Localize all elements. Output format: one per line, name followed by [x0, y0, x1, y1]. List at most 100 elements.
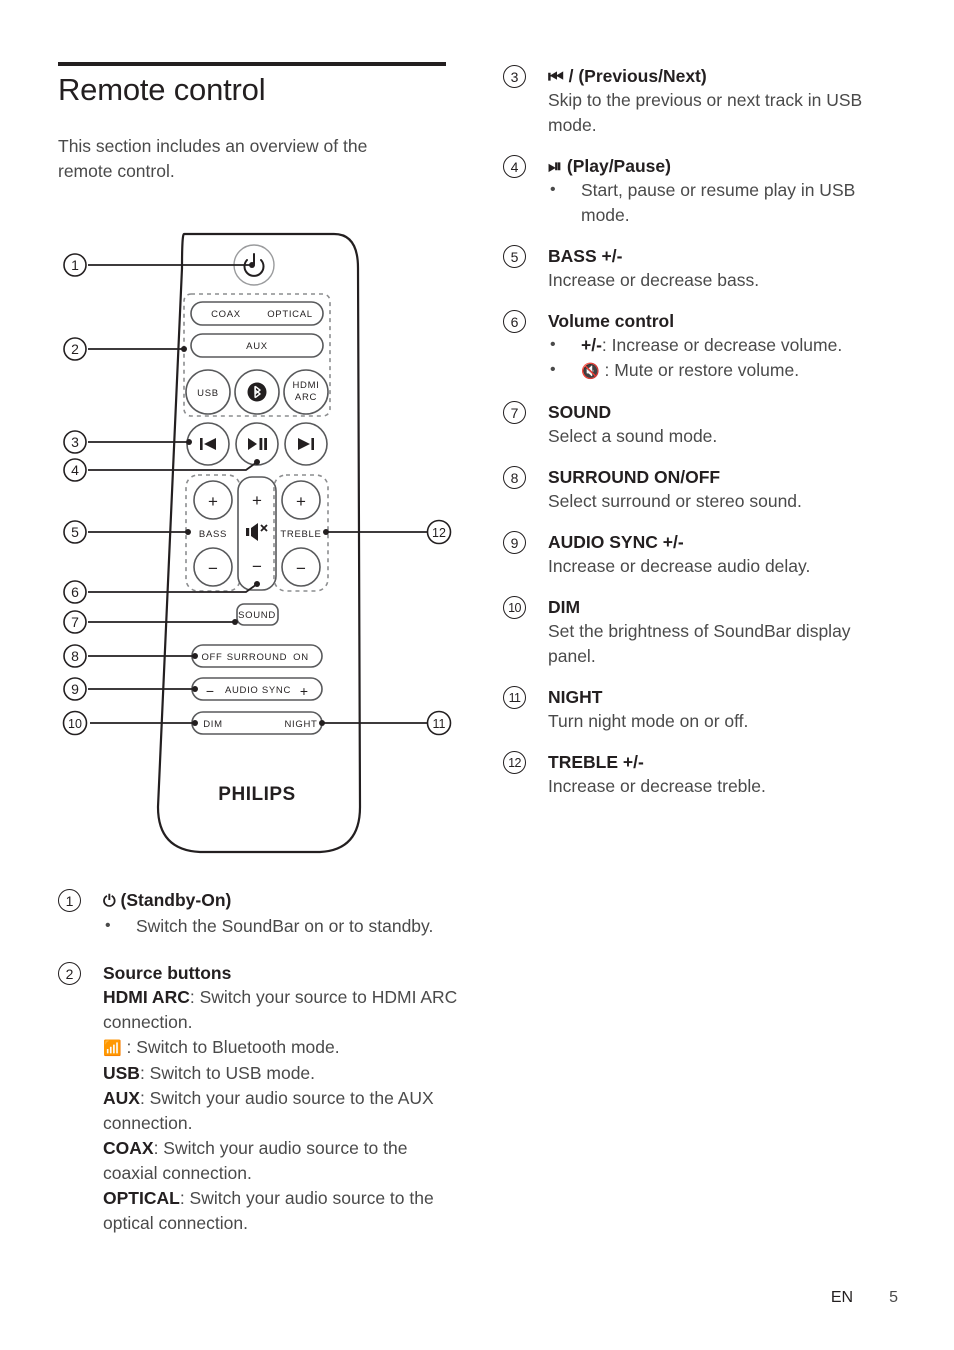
term-coax: COAX	[103, 1138, 154, 1158]
legend-item-4: 4 ⏯ (Play/Pause) Start, pause or resume …	[503, 154, 898, 228]
legend-title-8: SURROUND ON/OFF	[548, 467, 721, 487]
legend-title-7: SOUND	[548, 402, 612, 422]
legend-left-list: 1 ⏻ (Standby-On) Switch the SoundBar on …	[58, 888, 458, 1252]
legend-desc-12: Increase or decrease treble.	[548, 776, 766, 796]
svg-text:+: +	[252, 491, 262, 510]
svg-text:9: 9	[71, 681, 79, 697]
legend-desc-7: Select a sound mode.	[548, 426, 718, 446]
legend-title-6: Volume control	[548, 311, 675, 331]
footer-language: EN	[830, 1289, 854, 1306]
legend-bullet-volume-plusminus: +/-: Increase or decrease volume.	[548, 332, 898, 358]
legend-title-4: ⏯ (Play/Pause)	[548, 156, 671, 176]
svg-text:12: 12	[432, 526, 446, 540]
svg-text:5: 5	[71, 524, 79, 540]
svg-text:DIM: DIM	[203, 719, 223, 730]
svg-text:ARC: ARC	[295, 392, 317, 403]
legend-item-2: 2 Source buttons HDMI ARC: Switch your s…	[58, 961, 458, 1236]
svg-text:−: −	[252, 557, 262, 576]
legend-bullet-4: Start, pause or resume play in USB mode.	[548, 177, 898, 228]
svg-text:1: 1	[71, 257, 79, 273]
legend-line-optical: OPTICAL: Switch your audio source to the…	[103, 1188, 434, 1233]
svg-text:NIGHT: NIGHT	[284, 719, 317, 730]
svg-text:PHILIPS: PHILIPS	[218, 784, 295, 805]
document-page: Remote control This section includes an …	[0, 0, 954, 1350]
legend-number-1: 1	[58, 889, 81, 912]
left-column: Remote control This section includes an …	[58, 62, 448, 184]
legend-item-7: 7 SOUND Select a sound mode.	[503, 400, 898, 449]
legend-item-8: 8 SURROUND ON/OFF Select surround or ste…	[503, 465, 898, 514]
legend-number-2: 2	[58, 962, 81, 985]
legend-line-coax: COAX: Switch your audio source to the co…	[103, 1138, 408, 1183]
legend-item-11: 11 NIGHT Turn night mode on or off.	[503, 685, 898, 734]
svg-text:+: +	[296, 492, 306, 511]
svg-text:2: 2	[71, 341, 79, 357]
legend-item-5: 5 BASS +/- Increase or decrease bass.	[503, 244, 898, 293]
legend-number-6: 6	[503, 310, 526, 333]
power-standby-icon: ⏻	[103, 893, 116, 910]
svg-text:TREBLE: TREBLE	[280, 529, 321, 540]
legend-line-aux: AUX: Switch your audio source to the AUX…	[103, 1088, 434, 1133]
svg-text:ON: ON	[293, 652, 309, 663]
legend-item-10: 10 DIM Set the brightness of SoundBar di…	[503, 595, 898, 669]
legend-item-6: 6 Volume control +/-: Increase or decrea…	[503, 309, 898, 384]
legend-right-list: 3 ⏮ / (Previous/Next) Skip to the previo…	[503, 64, 898, 815]
legend-number-9: 9	[503, 531, 526, 554]
term-usb: USB	[103, 1063, 140, 1083]
svg-text:BASS: BASS	[199, 529, 227, 540]
legend-line-hdmi: HDMI ARC: Switch your source to HDMI ARC…	[103, 987, 458, 1032]
legend-title-2: Source buttons	[103, 963, 232, 983]
legend-desc-3: Skip to the previous or next track in US…	[548, 90, 863, 135]
mute-icon: 🔇	[581, 363, 600, 380]
legend-title-3: ⏮ / (Previous/Next)	[548, 66, 707, 86]
svg-text:OFF: OFF	[201, 652, 222, 663]
page-title: Remote control	[58, 72, 266, 107]
svg-text:10: 10	[68, 717, 82, 731]
intro-paragraph: This section includes an overview of the…	[58, 135, 368, 181]
svg-text:SOUND: SOUND	[238, 610, 276, 621]
term-hdmi-arc: HDMI ARC	[103, 987, 190, 1007]
svg-text:6: 6	[71, 584, 79, 600]
svg-text:AUDIO SYNC: AUDIO SYNC	[225, 685, 291, 696]
svg-text:−: −	[208, 559, 218, 578]
svg-text:−: −	[296, 559, 306, 578]
page-footer: EN 5	[831, 1289, 898, 1307]
legend-title-9: AUDIO SYNC +/-	[548, 532, 684, 552]
legend-title-12: TREBLE +/-	[548, 752, 644, 772]
legend-line-usb: USB: Switch to USB mode.	[103, 1063, 316, 1083]
previous-track-icon: ⏮	[548, 66, 564, 86]
legend-desc-5: Increase or decrease bass.	[548, 270, 760, 290]
legend-item-9: 9 AUDIO SYNC +/- Increase or decrease au…	[503, 530, 898, 579]
svg-text:+: +	[208, 492, 218, 511]
term-optical: OPTICAL	[103, 1188, 180, 1208]
svg-text:SURROUND: SURROUND	[227, 652, 288, 663]
legend-number-11: 11	[503, 686, 526, 709]
legend-number-3: 3	[503, 65, 526, 88]
legend-item-3: 3 ⏮ / (Previous/Next) Skip to the previo…	[503, 64, 898, 138]
svg-text:7: 7	[71, 614, 79, 630]
legend-title-5: BASS +/-	[548, 246, 623, 266]
svg-text:OPTICAL: OPTICAL	[267, 309, 313, 320]
bluetooth-icon: 📶	[103, 1040, 122, 1057]
legend-item-12: 12 TREBLE +/- Increase or decrease trebl…	[503, 750, 898, 799]
legend-desc-11: Turn night mode on or off.	[548, 711, 749, 731]
legend-title-10: DIM	[548, 597, 581, 617]
svg-text:COAX: COAX	[211, 309, 241, 320]
legend-bullet: Switch the SoundBar on or to standby.	[103, 913, 458, 939]
svg-text:HDMI: HDMI	[292, 380, 319, 391]
legend-number-8: 8	[503, 466, 526, 489]
legend-number-7: 7	[503, 401, 526, 424]
legend-number-10: 10	[503, 596, 526, 619]
legend-bullet-volume-mute: 🔇 : Mute or restore volume.	[548, 357, 898, 384]
legend-line-bluetooth: 📶 : Switch to Bluetooth mode.	[103, 1037, 340, 1057]
svg-text:USB: USB	[197, 388, 219, 399]
svg-text:+: +	[300, 683, 308, 699]
legend-title-1: ⏻ (Standby-On)	[103, 890, 232, 910]
term-plus-minus: +/-	[581, 335, 602, 355]
legend-title-11: NIGHT	[548, 687, 603, 707]
legend-number-12: 12	[503, 751, 526, 774]
footer-page-number: 5	[889, 1289, 898, 1306]
svg-text:AUX: AUX	[246, 341, 268, 352]
svg-text:4: 4	[71, 462, 79, 478]
title-rule	[58, 62, 446, 66]
remote-control-diagram: .body-outline { fill:#fff; stroke:#231f2…	[58, 222, 458, 872]
